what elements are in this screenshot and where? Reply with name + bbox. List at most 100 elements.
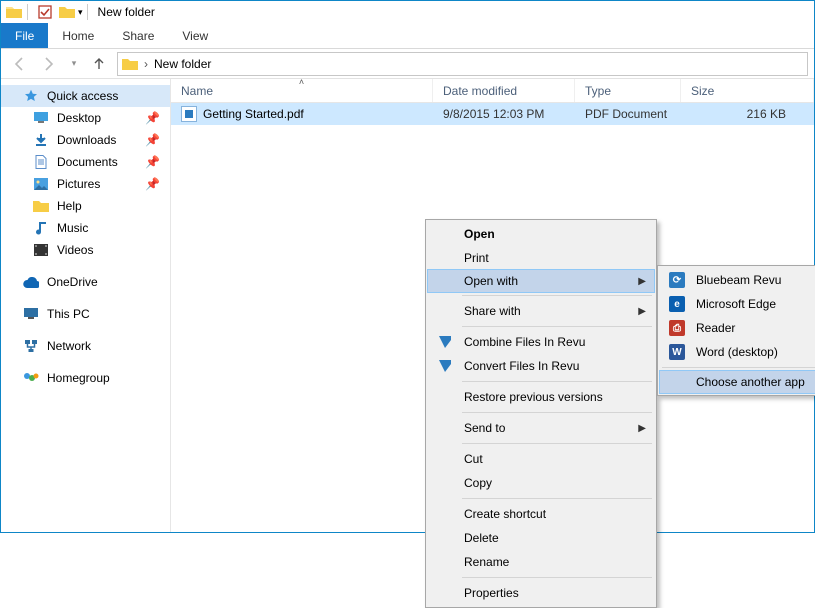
file-list: Name˄ Date modified Type Size Getting St… <box>171 79 814 532</box>
sidebar-network[interactable]: Network <box>1 335 170 357</box>
column-type[interactable]: Type <box>575 79 681 102</box>
document-icon <box>33 154 49 170</box>
chevron-right-icon: ▶ <box>638 276 646 287</box>
app-bluebeam[interactable]: ⟳Bluebeam Revu <box>660 268 815 292</box>
sidebar-quick-access[interactable]: Quick access <box>1 85 170 107</box>
word-icon: W <box>668 343 686 361</box>
sidebar-item-label: Documents <box>57 155 118 169</box>
file-type: PDF Document <box>575 107 681 121</box>
column-date[interactable]: Date modified <box>433 79 575 102</box>
network-icon <box>23 338 39 354</box>
sidebar-item-videos[interactable]: Videos <box>1 239 170 261</box>
homegroup-icon <box>23 370 39 386</box>
chevron-right-icon: ▶ <box>638 423 646 434</box>
menu-combine[interactable]: Combine Files In Revu <box>428 330 654 354</box>
sidebar-homegroup[interactable]: Homegroup <box>1 367 170 389</box>
menu-delete[interactable]: Delete <box>428 526 654 550</box>
video-icon <box>33 242 49 258</box>
address-bar[interactable]: › New folder <box>117 52 808 76</box>
sidebar-item-label: Pictures <box>57 177 100 191</box>
app-edge[interactable]: eMicrosoft Edge <box>660 292 815 316</box>
pin-icon: 📌 <box>145 177 160 191</box>
sidebar-item-help[interactable]: Help <box>1 195 170 217</box>
sidebar-item-label: Music <box>57 221 88 235</box>
view-tab[interactable]: View <box>168 23 222 48</box>
breadcrumb-current[interactable]: New folder <box>154 57 211 71</box>
forward-button[interactable] <box>37 52 61 76</box>
app-word[interactable]: WWord (desktop) <box>660 340 815 364</box>
column-headers: Name˄ Date modified Type Size <box>171 79 814 103</box>
folder-icon <box>33 198 49 214</box>
back-button[interactable] <box>7 52 31 76</box>
menu-shortcut[interactable]: Create shortcut <box>428 502 654 526</box>
column-name[interactable]: Name˄ <box>171 79 433 102</box>
sidebar-this-pc[interactable]: This PC <box>1 303 170 325</box>
sidebar-item-label: Homegroup <box>47 371 110 385</box>
music-icon <box>33 220 49 236</box>
menu-properties[interactable]: Properties <box>428 581 654 605</box>
menu-open-with[interactable]: Open with▶ <box>427 269 655 293</box>
reader-icon: ⎙ <box>668 319 686 337</box>
sidebar-onedrive[interactable]: OneDrive <box>1 271 170 293</box>
menu-cut[interactable]: Cut <box>428 447 654 471</box>
desktop-icon <box>33 110 49 126</box>
menu-restore[interactable]: Restore previous versions <box>428 385 654 409</box>
sidebar-item-music[interactable]: Music <box>1 217 170 239</box>
menu-send-to[interactable]: Send to▶ <box>428 416 654 440</box>
sidebar-item-downloads[interactable]: Downloads 📌 <box>1 129 170 151</box>
pc-icon <box>23 306 39 322</box>
choose-another-app[interactable]: Choose another app <box>659 370 815 394</box>
picture-icon <box>33 176 49 192</box>
sidebar-item-label: Downloads <box>57 133 116 147</box>
column-size[interactable]: Size <box>681 79 814 102</box>
home-tab[interactable]: Home <box>48 23 108 48</box>
menu-convert[interactable]: Convert Files In Revu <box>428 354 654 378</box>
folder-icon <box>5 3 23 21</box>
sidebar-item-documents[interactable]: Documents 📌 <box>1 151 170 173</box>
file-tab[interactable]: File <box>1 23 48 48</box>
sort-caret-icon: ˄ <box>299 77 304 87</box>
bluebeam-icon: ⟳ <box>668 271 686 289</box>
pin-icon: 📌 <box>145 111 160 125</box>
folder-small-icon[interactable] <box>58 3 76 21</box>
address-folder-icon <box>122 57 138 71</box>
menu-rename[interactable]: Rename <box>428 550 654 574</box>
up-button[interactable] <box>87 52 111 76</box>
sidebar-item-label: This PC <box>47 307 90 321</box>
sidebar-item-desktop[interactable]: Desktop 📌 <box>1 107 170 129</box>
ribbon-tabs: File Home Share View <box>1 23 814 49</box>
onedrive-icon <box>23 274 39 290</box>
file-row[interactable]: Getting Started.pdf 9/8/2015 12:03 PM PD… <box>171 103 814 125</box>
chevron-right-icon: ▶ <box>638 306 646 317</box>
menu-copy[interactable]: Copy <box>428 471 654 495</box>
context-menu: Open Print Open with▶ Share with▶ Combin… <box>425 219 657 608</box>
chevron-right-icon[interactable]: › <box>144 57 148 71</box>
check-icon[interactable] <box>36 3 54 21</box>
sidebar-item-label: Desktop <box>57 111 101 125</box>
app-reader[interactable]: ⎙Reader <box>660 316 815 340</box>
file-date: 9/8/2015 12:03 PM <box>433 107 575 121</box>
share-tab[interactable]: Share <box>108 23 168 48</box>
window-title: New folder <box>98 5 155 19</box>
pin-icon: 📌 <box>145 155 160 169</box>
download-icon <box>33 132 49 148</box>
navigation-pane: Quick access Desktop 📌 Downloads 📌 Docum… <box>1 79 171 532</box>
sidebar-item-label: Help <box>57 199 82 213</box>
title-bar: ▾ New folder <box>1 1 814 23</box>
edge-icon: e <box>668 295 686 313</box>
revu-icon <box>436 357 454 375</box>
address-row: ▾ › New folder <box>1 49 814 79</box>
sidebar-item-label: OneDrive <box>47 275 98 289</box>
pdf-icon <box>181 106 197 122</box>
file-name: Getting Started.pdf <box>203 107 304 121</box>
sidebar-item-label: Quick access <box>47 89 118 103</box>
sidebar-item-label: Videos <box>57 243 93 257</box>
file-size: 216 KB <box>681 107 814 121</box>
qat-dropdown[interactable]: ▾ <box>78 7 83 18</box>
recent-dropdown[interactable]: ▾ <box>67 52 81 76</box>
sidebar-item-pictures[interactable]: Pictures 📌 <box>1 173 170 195</box>
menu-print[interactable]: Print <box>428 246 654 270</box>
menu-open[interactable]: Open <box>428 222 654 246</box>
menu-share-with[interactable]: Share with▶ <box>428 299 654 323</box>
pin-icon: 📌 <box>145 133 160 147</box>
